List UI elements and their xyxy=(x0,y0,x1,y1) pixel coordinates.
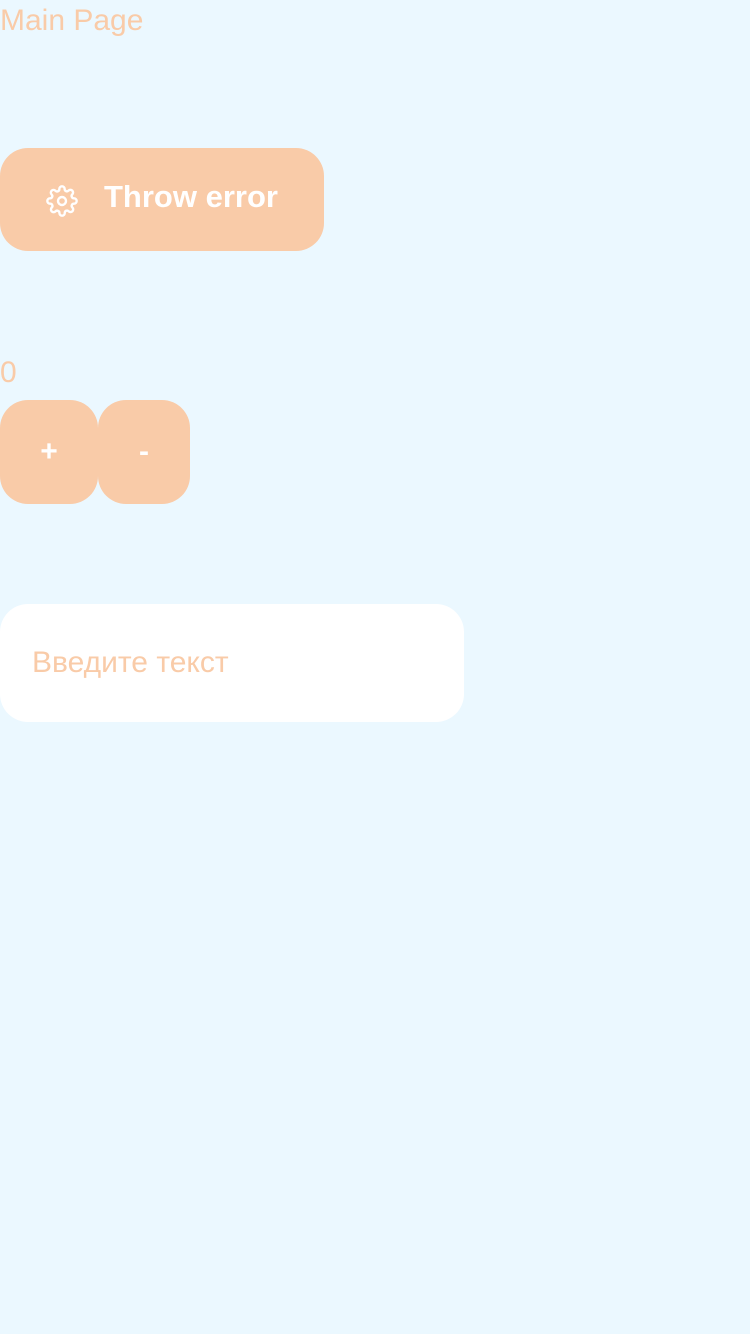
decrement-button[interactable]: - xyxy=(98,400,190,504)
throw-error-button[interactable]: Throw error xyxy=(0,148,324,251)
counter-value: 0 xyxy=(0,356,17,389)
increment-button[interactable]: + xyxy=(0,400,98,504)
throw-error-label: Throw error xyxy=(104,178,278,214)
text-input[interactable] xyxy=(0,604,464,722)
gear-icon xyxy=(46,184,78,217)
page-title: Main Page xyxy=(0,4,144,37)
